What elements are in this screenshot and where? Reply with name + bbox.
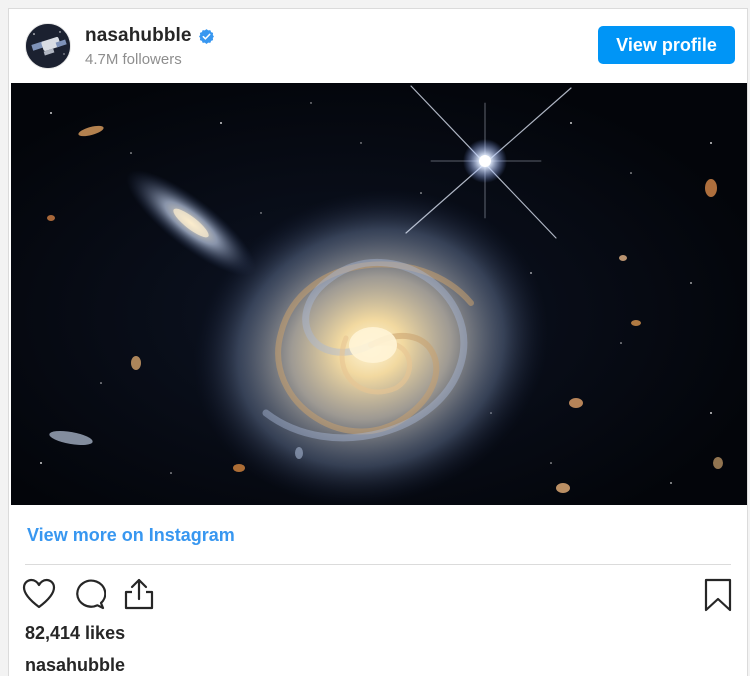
share-upload-icon	[124, 578, 154, 610]
page: nasahubble 4.7M followers View profile V…	[0, 0, 750, 676]
bookmark-icon	[704, 578, 732, 612]
galaxy-image	[11, 83, 747, 505]
follower-count: 4.7M followers	[85, 51, 182, 68]
like-button[interactable]	[21, 577, 57, 611]
instagram-embed-card: nasahubble 4.7M followers View profile V…	[8, 8, 748, 676]
telescope-avatar-image	[26, 24, 70, 68]
comment-button[interactable]	[71, 577, 107, 611]
save-button[interactable]	[701, 578, 735, 612]
post-photo[interactable]	[11, 83, 747, 505]
share-button[interactable]	[121, 577, 157, 611]
view-more-on-instagram-link[interactable]: View more on Instagram	[27, 525, 235, 546]
divider	[25, 564, 731, 565]
view-profile-button[interactable]: View profile	[598, 26, 735, 64]
comment-bubble-icon	[76, 579, 106, 610]
post-header: nasahubble 4.7M followers View profile	[9, 9, 747, 82]
like-count[interactable]: 82,414 likes	[25, 623, 125, 644]
post-actions	[21, 577, 157, 611]
username-row: nasahubble	[85, 25, 215, 47]
avatar[interactable]	[25, 23, 71, 69]
username[interactable]: nasahubble	[85, 25, 192, 47]
verified-badge-icon	[198, 28, 214, 44]
heart-icon	[22, 578, 56, 609]
caption-username[interactable]: nasahubble	[25, 655, 125, 676]
user-info: nasahubble 4.7M followers	[85, 25, 215, 68]
